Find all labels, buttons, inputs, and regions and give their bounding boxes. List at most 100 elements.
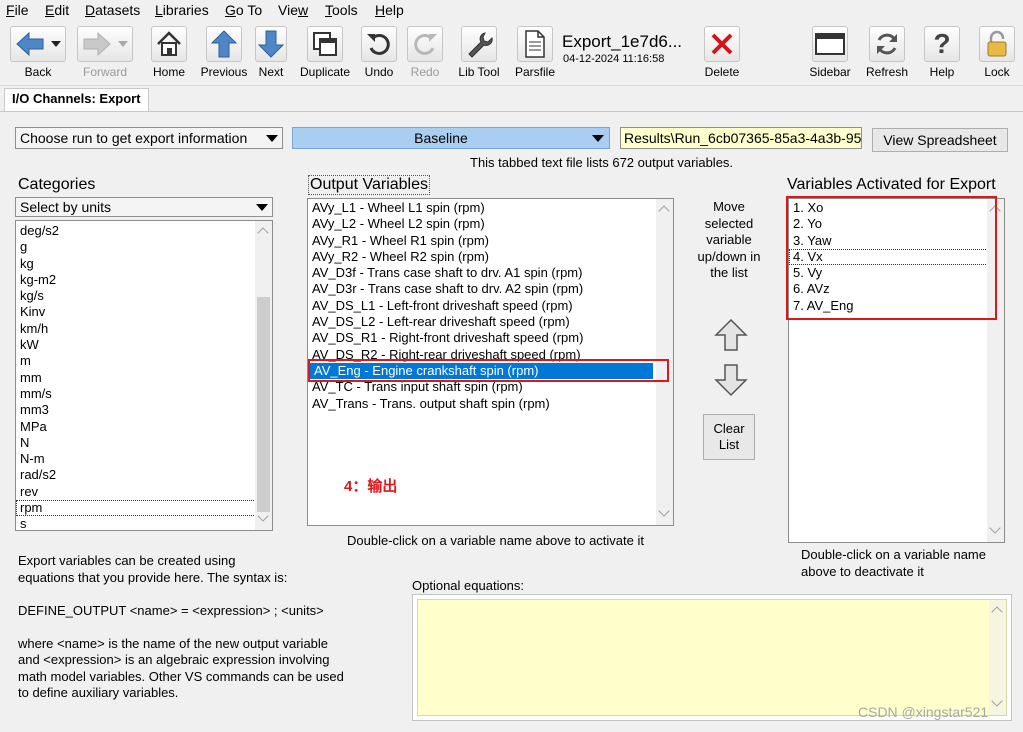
menu-help[interactable]: Help — [375, 2, 404, 18]
categories-scrollbar[interactable] — [255, 221, 272, 530]
results-path-field[interactable]: Results\Run_6cb07365-85a3-4a3b-95 — [620, 127, 862, 149]
baseline-dropdown[interactable]: Baseline — [292, 127, 610, 149]
scroll-up-icon — [991, 606, 1003, 618]
help-text-line — [18, 586, 398, 603]
category-item[interactable]: mm3 — [16, 402, 272, 418]
selection-highlight-box — [308, 359, 669, 382]
annotation-label: 4：输出 — [344, 478, 398, 495]
question-mark-icon: ? — [924, 26, 960, 62]
category-item[interactable]: rev — [16, 484, 272, 500]
scroll-down-icon — [658, 505, 670, 517]
lock-button[interactable]: Lock — [976, 26, 1018, 80]
run-select-dropdown[interactable]: Choose run to get export information — [15, 127, 283, 149]
document-icon — [517, 26, 553, 62]
menu-edit[interactable]: Edit — [45, 2, 69, 18]
clear-list-button[interactable]: Clear List — [703, 414, 755, 460]
optional-equations-label: Optional equations: — [412, 578, 525, 593]
category-item[interactable]: Kinv — [16, 304, 272, 320]
output-variable-item[interactable]: AV_DS_R1 - Right-front driveshaft speed … — [308, 330, 673, 346]
category-item[interactable]: km/h — [16, 321, 272, 337]
output-variable-item[interactable]: AVy_R2 - Wheel R2 spin (rpm) — [308, 249, 673, 265]
next-button[interactable]: Next — [254, 26, 288, 80]
help-text-line — [18, 619, 398, 636]
home-button[interactable]: Home — [146, 26, 192, 80]
refresh-icon — [869, 26, 905, 62]
menu-tools[interactable]: Tools — [325, 2, 358, 18]
output-variable-item[interactable]: AV_DS_L2 - Left-rear driveshaft speed (r… — [308, 314, 673, 330]
category-item[interactable]: kg/s — [16, 288, 272, 304]
category-item[interactable]: N-m — [16, 451, 272, 467]
help-text-line: to define auxiliary variables. — [18, 685, 179, 700]
help-text-line: math model variables. Other VS commands … — [18, 668, 344, 684]
menu-datasets[interactable]: Datasets — [85, 2, 140, 18]
category-item[interactable]: kg — [16, 256, 272, 272]
up-arrow-icon — [206, 26, 242, 62]
lib-tool-button[interactable]: Lib Tool — [456, 26, 502, 80]
undo-button[interactable]: Undo — [360, 26, 398, 80]
menu-libraries[interactable]: Libraries — [155, 2, 209, 18]
tab-io-channels-export[interactable]: I/O Channels: Export — [4, 88, 149, 112]
refresh-button[interactable]: Refresh — [864, 26, 910, 80]
categories-list[interactable]: deg/s2 g kg kg-m2 kg/s Kinv km/h kW m mm mm/s mm3 MP… — [15, 220, 273, 531]
forward-arrow-icon — [77, 26, 133, 62]
duplicate-button[interactable]: Duplicate — [298, 26, 352, 80]
redo-button[interactable]: Redo — [406, 26, 444, 80]
scroll-down-icon — [257, 510, 269, 522]
output-variable-item[interactable]: AV_D3r - Trans case shaft to drv. A2 spi… — [308, 281, 673, 297]
category-item[interactable]: g — [16, 239, 272, 255]
help-text-line: where <name> is the name of the new outp… — [18, 635, 329, 651]
duplicate-icon — [307, 26, 343, 62]
menu-view[interactable]: View — [278, 2, 308, 18]
output-variable-item[interactable]: AV_Trans - Trans. output shaft spin (rpm… — [308, 396, 673, 412]
undo-icon — [361, 26, 397, 62]
help-button[interactable]: ? Help — [920, 26, 964, 80]
document-timestamp: 04-12-2024 11:16:58 — [563, 53, 665, 65]
optional-equations-textarea[interactable] — [417, 599, 1007, 716]
category-item[interactable]: s — [16, 516, 272, 530]
scroll-up-icon — [658, 205, 670, 217]
sidebar-icon — [812, 26, 848, 62]
move-up-button[interactable] — [713, 318, 749, 352]
categories-filter-dropdown[interactable]: Select by units — [15, 197, 273, 217]
menu-go-to[interactable]: Go To — [225, 2, 262, 18]
scroll-down-icon — [991, 695, 1003, 707]
category-item[interactable]: MPa — [16, 419, 272, 435]
output-variable-item[interactable]: AVy_L2 - Wheel L2 spin (rpm) — [308, 216, 673, 232]
category-item[interactable]: m — [16, 353, 272, 369]
category-item[interactable]: mm — [16, 370, 272, 386]
category-item[interactable]: N — [16, 435, 272, 451]
view-spreadsheet-button[interactable]: View Spreadsheet — [872, 128, 1008, 152]
category-item[interactable]: kg-m2 — [16, 272, 272, 288]
menu-file[interactable]: File — [6, 2, 29, 18]
sidebar-button[interactable]: Sidebar — [806, 26, 854, 80]
output-variable-item[interactable]: AVy_L1 - Wheel L1 spin (rpm) — [308, 200, 673, 216]
category-item[interactable]: kW — [16, 337, 272, 353]
toolbar: Back Forward Home Previous Next Duplicat… — [0, 22, 1023, 86]
scrollbar-thumb[interactable] — [257, 297, 270, 512]
previous-button[interactable]: Previous — [200, 26, 248, 80]
category-item[interactable]: mm/s — [16, 386, 272, 402]
output-variable-item[interactable]: AVy_R1 - Wheel R1 spin (rpm) — [308, 233, 673, 249]
help-text-line: and <expression> is an algebraic express… — [18, 652, 330, 667]
category-item[interactable]: rad/s2 — [16, 467, 272, 483]
move-down-button[interactable] — [713, 363, 749, 397]
activated-variables-heading: Variables Activated for Export — [787, 176, 996, 193]
forward-button[interactable]: Forward — [76, 26, 134, 80]
scroll-down-icon — [989, 522, 1001, 534]
delete-button[interactable]: Delete — [700, 26, 744, 80]
document-title: Export_1e7d6... — [562, 32, 683, 51]
output-variable-item[interactable]: AV_DS_L1 - Left-front driveshaft speed (… — [308, 298, 673, 314]
chevron-down-icon — [266, 135, 278, 142]
move-down-arrow-icon — [714, 364, 748, 397]
lock-icon — [979, 26, 1015, 62]
parsfile-button[interactable]: Parsfile — [512, 26, 558, 80]
back-button[interactable]: Back — [8, 26, 68, 80]
category-item-selected[interactable]: rpm — [16, 500, 272, 517]
deactivate-hint: Double-click on a variable name above to… — [801, 547, 986, 579]
category-item[interactable]: deg/s2 — [16, 223, 272, 239]
help-text-line: DEFINE_OUTPUT <name> = <expression> ; <u… — [18, 602, 324, 618]
redo-icon — [407, 26, 443, 62]
chevron-down-icon — [256, 204, 268, 211]
equations-scrollbar[interactable] — [989, 600, 1006, 715]
output-variable-item[interactable]: AV_D3f - Trans case shaft to drv. A1 spi… — [308, 265, 673, 281]
